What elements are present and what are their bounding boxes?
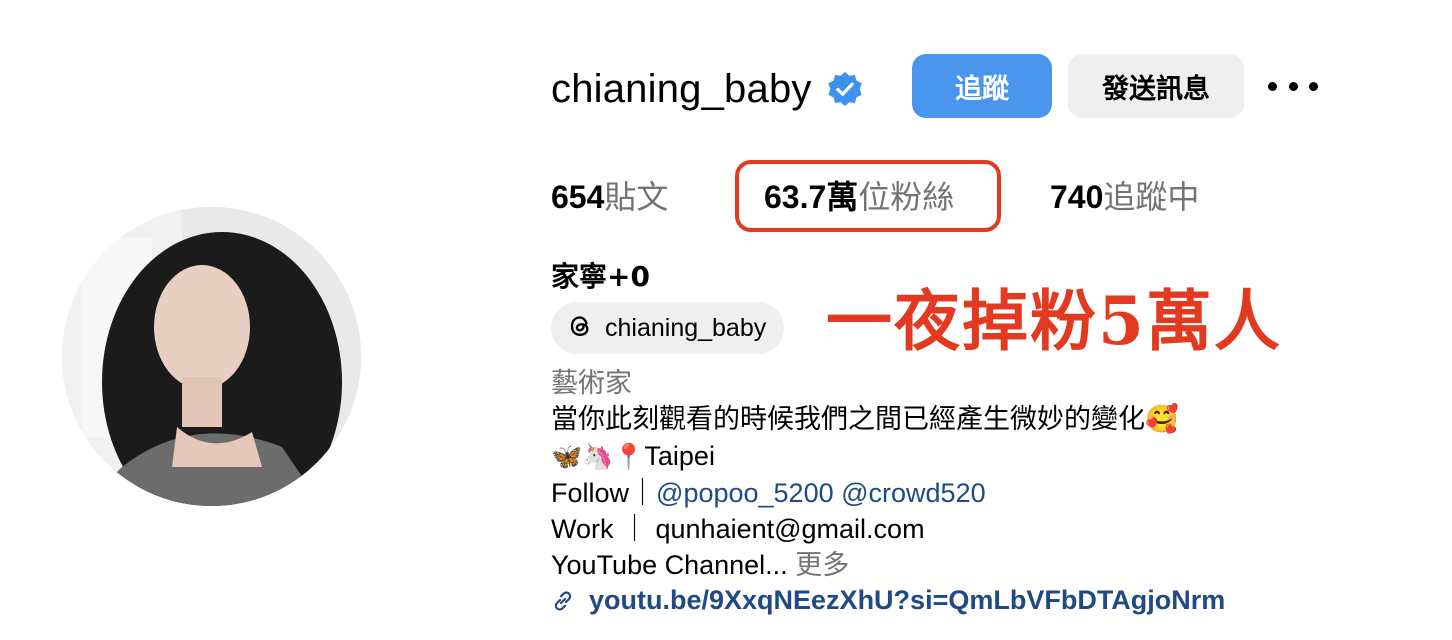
bio: 藝術家 當你此刻觀看的時候我們之間已經產生微妙的變化🥰 🦋🦄📍Taipei Fo… (551, 366, 1179, 584)
following-count: 740 (1050, 179, 1104, 215)
link-icon (554, 590, 572, 611)
bio-line-2: 🦋🦄📍Taipei (551, 438, 1179, 475)
bio-work-line: Work ｜ qunhaient@gmail.com (551, 514, 925, 544)
bio-more-link[interactable]: 更多 (795, 550, 849, 581)
mention-link-1[interactable]: @popoo_5200 (656, 478, 834, 508)
followers-count: 63.7萬 (764, 179, 859, 215)
mention-link-2[interactable]: @crowd520 (841, 478, 985, 508)
username: chianing_baby (551, 66, 812, 111)
bio-follow-line: Follow｜@popoo_5200 @crowd520 (551, 475, 1179, 511)
threads-icon (565, 311, 595, 346)
posts-label: 貼文 (604, 178, 669, 216)
bio-youtube-line: YouTube Channel... 更多 (551, 547, 1179, 584)
username-row: chianing_baby (551, 58, 864, 120)
bio-youtube-text: YouTube Channel... (551, 550, 788, 580)
verified-badge-icon (826, 70, 864, 108)
bio-emojis: 🦋🦄📍 (551, 443, 645, 471)
bio-follow-prefix: Follow｜ (551, 478, 657, 508)
followers-label: 位粉絲 (858, 178, 955, 216)
dot (1268, 81, 1277, 91)
following-label: 追蹤中 (1103, 178, 1200, 216)
bio-line-1: 當你此刻觀看的時候我們之間已經產生微妙的變化🥰 (551, 404, 1179, 435)
following-stat[interactable]: 740 追蹤中 (1050, 172, 1199, 218)
external-link[interactable]: youtu.be/9XxqNEezXhU?si=QmLbVFbDTAgjoNrm (551, 585, 1225, 616)
bio-location: Taipei (644, 441, 715, 471)
threads-profile-link[interactable]: chianing_baby (551, 302, 785, 354)
posts-count: 654 (551, 179, 605, 215)
external-link-url: youtu.be/9XxqNEezXhU?si=QmLbVFbDTAgjoNrm (589, 585, 1226, 615)
bio-category: 藝術家 (551, 368, 632, 399)
posts-stat: 654 貼文 (551, 172, 668, 218)
followers-stat[interactable]: 63.7萬 位粉絲 (764, 172, 954, 218)
follow-button[interactable]: 追蹤 (912, 54, 1052, 118)
display-name: 家寧+0 (551, 260, 650, 293)
dot (1288, 81, 1298, 91)
overlay-caption: 一夜掉粉5萬人 (826, 282, 1282, 360)
send-message-button[interactable]: 發送訊息 (1068, 54, 1244, 118)
avatar-photo (62, 207, 361, 506)
profile-avatar[interactable] (62, 207, 361, 506)
more-options-icon[interactable] (1268, 74, 1318, 98)
dot (1309, 81, 1318, 91)
threads-handle: chianing_baby (605, 313, 767, 342)
